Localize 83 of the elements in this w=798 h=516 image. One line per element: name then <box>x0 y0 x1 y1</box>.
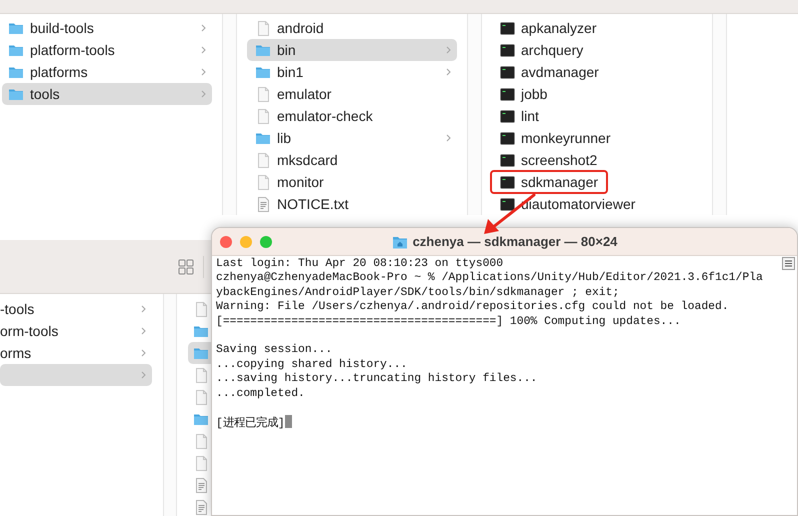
terminal-icon <box>500 110 514 122</box>
file-row[interactable]: emulator-check <box>247 105 457 127</box>
split-pane-icon[interactable] <box>782 257 795 270</box>
file-row[interactable]: monkeyrunner <box>492 127 702 149</box>
terminal-line: [========================================] 100% Computing updates... <box>216 316 681 328</box>
chevron-icon <box>446 134 451 142</box>
folder-icon <box>8 44 24 56</box>
document-icon <box>258 196 268 212</box>
terminal-line: ...completed. <box>216 388 305 400</box>
file-icon <box>258 86 268 102</box>
terminal-icon <box>500 44 514 56</box>
terminal-line: czhenya@CzhenyadeMacBook-Pro ~ % /Applications/Unity/Hub/Editor/2021.3.6f1c1/Pla <box>216 272 763 284</box>
file-row[interactable]: avdmanager <box>492 61 702 83</box>
file-icon <box>196 302 206 316</box>
terminal-line: ybackEngines/AndroidPlayer/SDK/tools/bin/sdkmanager ; exit; <box>216 286 620 299</box>
file-row[interactable]: screenshot2 <box>492 149 702 171</box>
file-row[interactable]: -tools <box>0 298 152 320</box>
file-icon <box>258 152 268 168</box>
chevron-icon <box>141 371 146 379</box>
file-icon <box>196 456 206 470</box>
folder-icon <box>255 44 271 56</box>
file-row[interactable]: bin1 <box>247 61 457 83</box>
folder-icon <box>8 66 24 78</box>
folder-icon <box>193 326 209 336</box>
chevron-icon <box>141 305 146 313</box>
file-row[interactable]: apkanalyzer <box>492 17 702 39</box>
folder-icon <box>255 132 271 144</box>
file-icon <box>196 390 206 404</box>
file-row[interactable]: mksdcard <box>247 149 457 171</box>
terminal-icon <box>500 22 514 34</box>
file-row[interactable]: sdkmanager <box>492 171 702 193</box>
terminal-icon <box>500 132 514 144</box>
chevron-icon <box>141 349 146 357</box>
file-icon <box>258 174 268 190</box>
file-row[interactable]: lib <box>247 127 457 149</box>
terminal-icon <box>500 88 514 100</box>
close-button[interactable] <box>220 236 232 248</box>
file-row[interactable]: monitor <box>247 171 457 193</box>
minimize-button[interactable] <box>240 236 252 248</box>
terminal-icon <box>500 154 514 166</box>
window-title: czhenya — sdkmanager — 80×24 <box>412 232 618 251</box>
folder-icon <box>255 66 271 78</box>
terminal-line: Warning: File /Users/czhenya/.android/repositories.cfg could not be loaded. <box>216 301 729 314</box>
file-row[interactable]: orms <box>0 342 152 364</box>
file-row[interactable]: tools <box>2 83 212 105</box>
file-row[interactable]: NOTICE.txt <box>247 193 457 215</box>
zoom-button[interactable] <box>260 236 272 248</box>
file-row[interactable]: platform-tools <box>2 39 212 61</box>
folder-icon <box>8 88 24 100</box>
file-icon <box>196 368 206 382</box>
file-row[interactable]: android <box>247 17 457 39</box>
terminal-line: [进程已完成] <box>216 418 285 430</box>
folder-icon <box>193 348 209 358</box>
file-row[interactable]: bin <box>247 39 457 61</box>
file-row[interactable]: archquery <box>492 39 702 61</box>
chevron-icon <box>201 68 206 76</box>
file-icon <box>196 434 206 448</box>
terminal-icon <box>500 198 514 210</box>
chevron-icon <box>446 68 451 76</box>
terminal-line: ...copying shared history... <box>216 358 408 371</box>
file-row[interactable]: platforms <box>2 61 212 83</box>
chevron-icon <box>201 24 206 32</box>
chevron-icon <box>201 90 206 98</box>
terminal-line: ...saving history...truncating history files... <box>216 373 538 386</box>
document-icon <box>196 478 206 492</box>
file-row[interactable]: uiautomatorviewer <box>492 193 702 215</box>
file-row[interactable]: lint <box>492 105 702 127</box>
file-row[interactable]: jobb <box>492 83 702 105</box>
terminal-line: Last login: Thu Apr 20 08:10:23 on ttys000 <box>216 258 504 270</box>
terminal-icon <box>500 66 514 78</box>
folder-icon <box>8 22 24 34</box>
chevron-icon <box>446 46 451 54</box>
file-row[interactable]: orm-tools <box>0 320 152 342</box>
grid-view-icon[interactable] <box>178 259 194 275</box>
folder-icon <box>193 414 209 424</box>
terminal-icon <box>500 176 514 188</box>
chevron-icon <box>201 46 206 54</box>
chevron-icon <box>141 327 146 335</box>
file-icon <box>258 108 268 124</box>
file-icon <box>258 20 268 36</box>
file-row[interactable]: emulator <box>247 83 457 105</box>
file-row[interactable]: build-tools <box>2 17 212 39</box>
terminal-line: Saving session... <box>216 344 332 356</box>
